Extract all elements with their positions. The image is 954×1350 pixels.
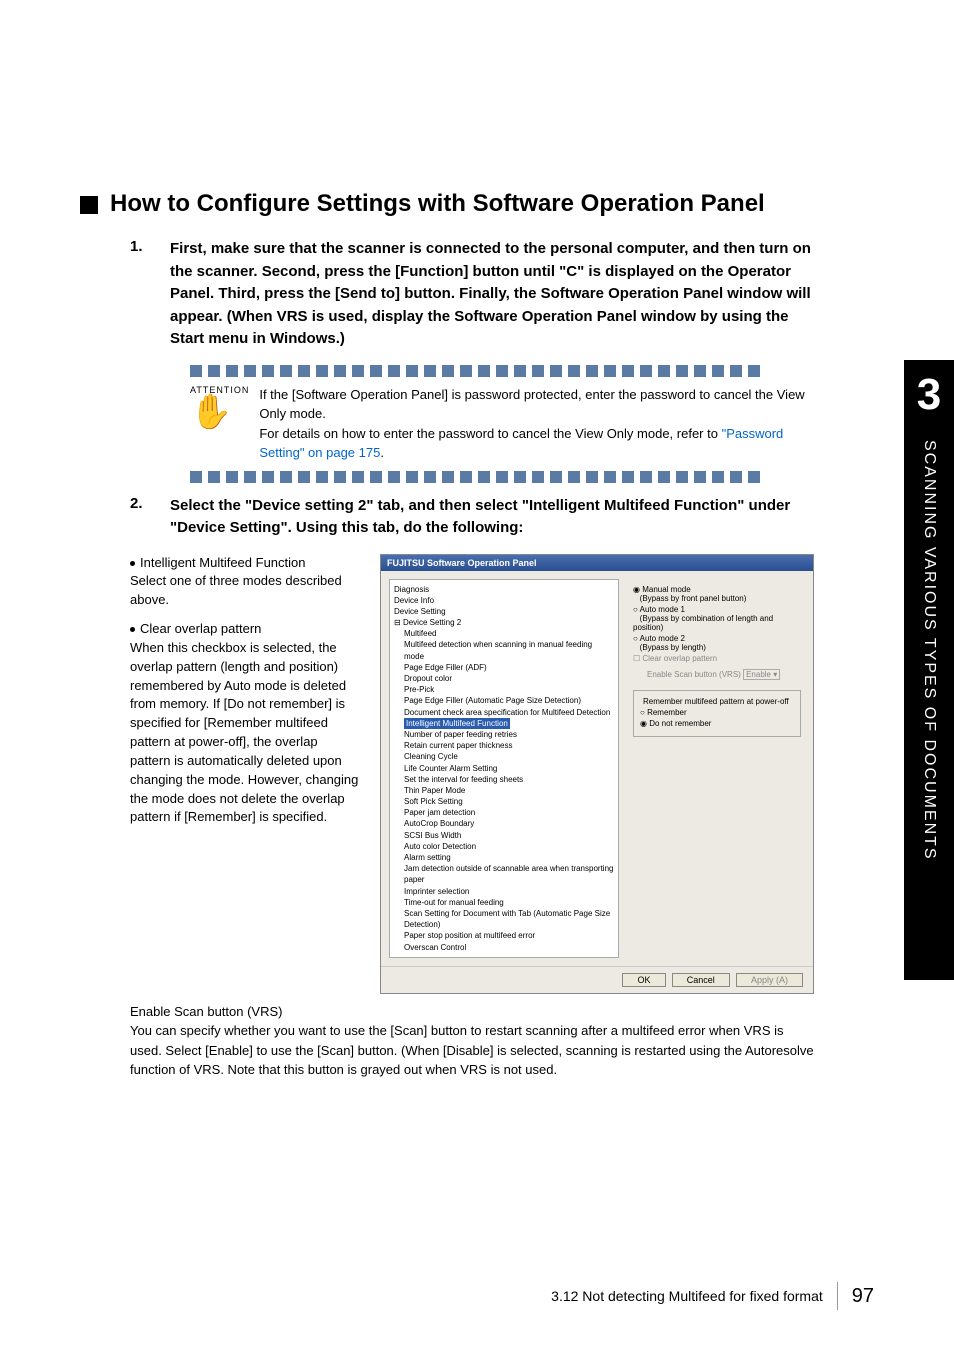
settings-tree[interactable]: Diagnosis Device Info Device Setting ⊟ D…	[389, 579, 619, 958]
radio-donot-remember[interactable]: ◉ Do not remember	[640, 719, 794, 728]
bullet-list: Intelligent Multifeed FunctionSelect one…	[130, 554, 360, 994]
radio-auto2[interactable]: ○ Auto mode 2 (Bypass by length)	[633, 634, 801, 652]
screenshot: FUJITSU Software Operation Panel Diagnos…	[380, 554, 814, 994]
heading-text: How to Configure Settings with Software …	[110, 190, 765, 218]
chapter-tab: 3 SCANNING VARIOUS TYPES OF DOCUMENTS	[904, 360, 954, 980]
divider-bottom	[190, 471, 814, 483]
checkbox-clear-overlap: ☐ Clear overlap pattern	[633, 654, 801, 663]
attention-text: If the [Software Operation Panel] is pas…	[259, 385, 814, 463]
chapter-number: 3	[917, 370, 941, 420]
page-number: 97	[852, 1285, 874, 1308]
section-heading: How to Configure Settings with Software …	[80, 190, 874, 218]
tree-selected: Intelligent Multifeed Function	[404, 718, 510, 729]
cancel-button[interactable]: Cancel	[672, 973, 730, 987]
step-2: 2. Select the "Device setting 2" tab, an…	[130, 495, 814, 540]
bullet-enable-scan: Enable Scan button (VRS) You can specify…	[130, 1002, 814, 1080]
heading-bullet	[80, 196, 98, 214]
radio-manual[interactable]: ◉ Manual mode (Bypass by front panel but…	[633, 585, 801, 603]
chapter-title: SCANNING VARIOUS TYPES OF DOCUMENTS	[920, 440, 938, 861]
remember-fieldset: Remember multifeed pattern at power-off …	[633, 690, 801, 737]
page-footer: 3.12 Not detecting Multifeed for fixed f…	[80, 1282, 874, 1310]
settings-panel: ◉ Manual mode (Bypass by front panel but…	[629, 579, 805, 958]
enable-dropdown: Enable ▾	[743, 669, 780, 680]
radio-remember[interactable]: ○ Remember	[640, 708, 794, 717]
step-1: 1. First, make sure that the scanner is …	[130, 238, 814, 351]
attention-block: ATTENTION ✋ If the [Software Operation P…	[190, 365, 814, 483]
divider-top	[190, 365, 814, 377]
ok-button[interactable]: OK	[622, 973, 665, 987]
apply-button: Apply (A)	[736, 973, 803, 987]
attention-icon-group: ATTENTION ✋	[190, 385, 249, 429]
radio-auto1[interactable]: ○ Auto mode 1 (Bypass by combination of …	[633, 605, 801, 632]
footer-section: 3.12 Not detecting Multifeed for fixed f…	[551, 1288, 823, 1304]
attention-icon: ✋	[190, 395, 249, 429]
window-title: FUJITSU Software Operation Panel	[381, 555, 813, 571]
